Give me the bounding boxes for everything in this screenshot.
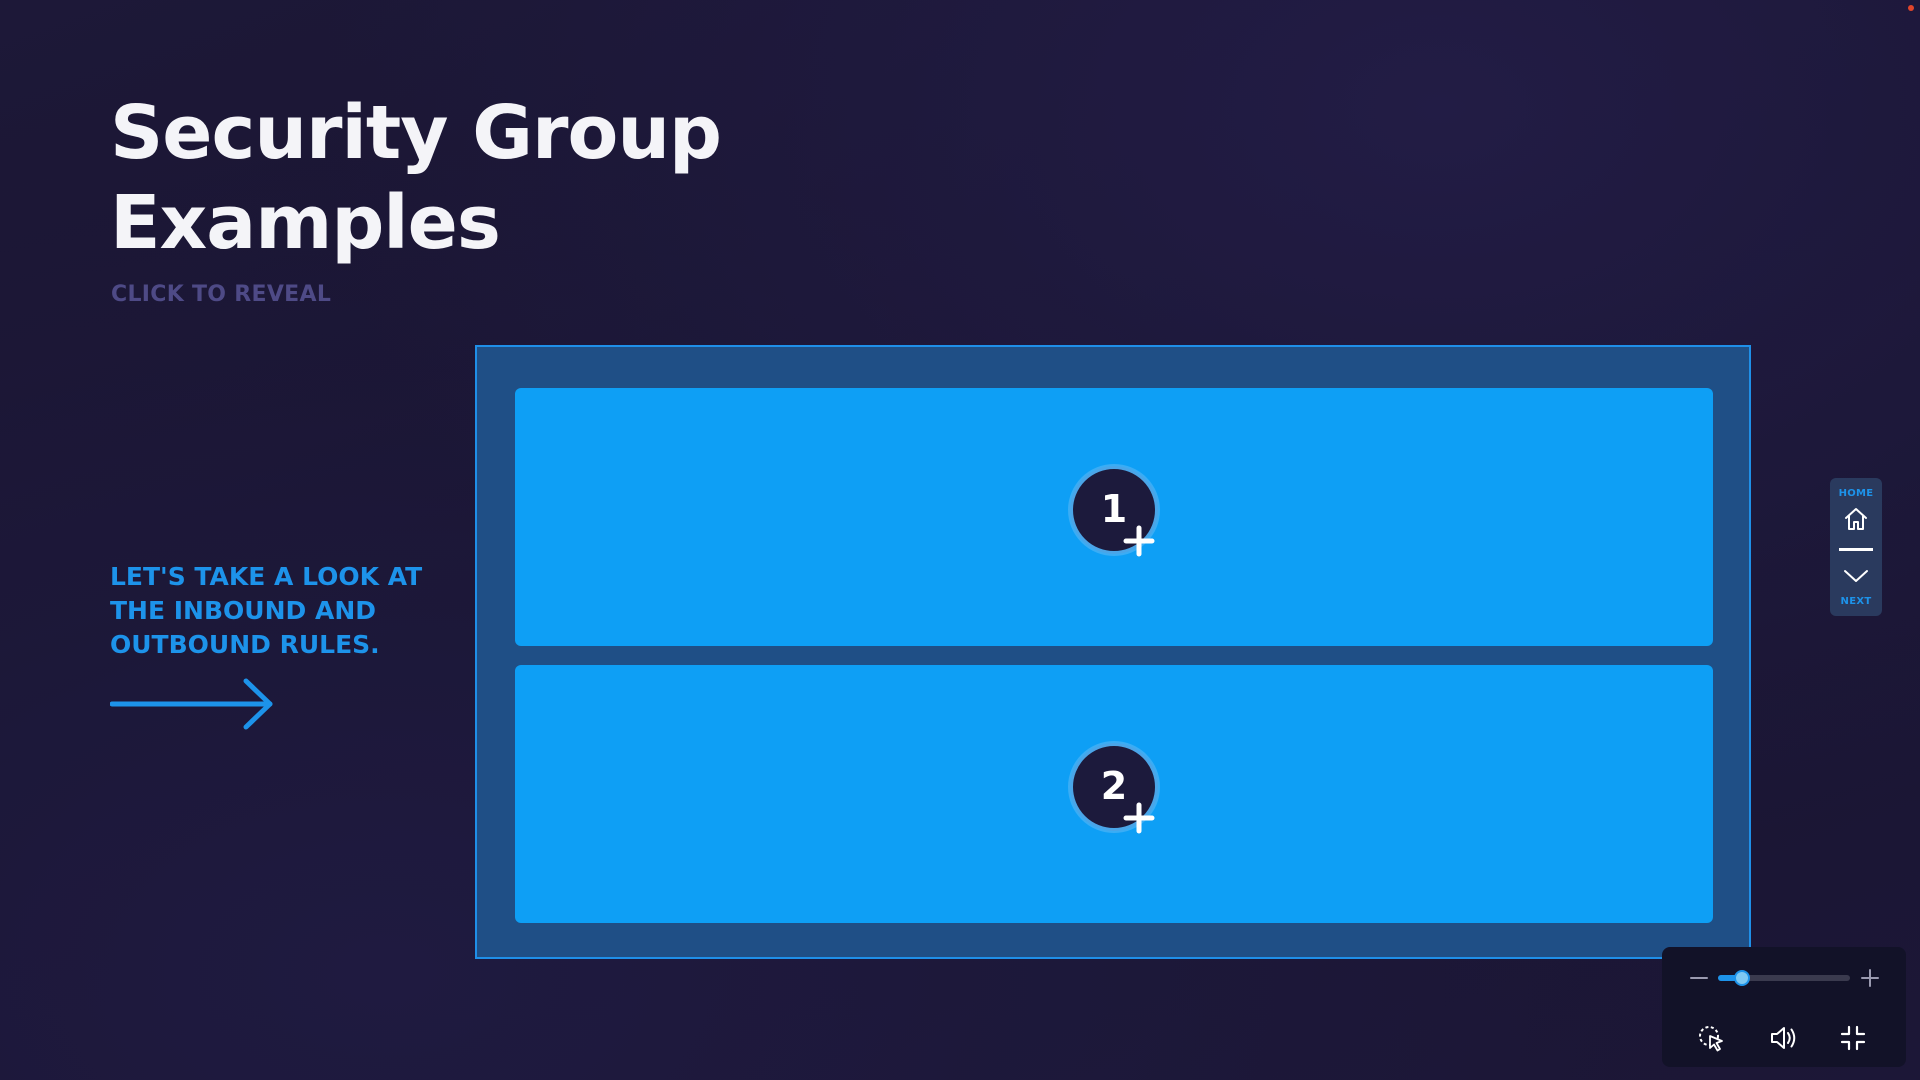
cursor-highlight-icon[interactable] — [1696, 1023, 1726, 1053]
reveal-card-2[interactable]: 2 — [515, 665, 1713, 923]
plus-icon[interactable] — [1859, 967, 1881, 989]
chevron-down-icon[interactable] — [1842, 562, 1870, 590]
player-controls — [1662, 947, 1906, 1067]
minus-icon[interactable] — [1688, 967, 1710, 989]
side-navigation: HOME NEXT — [1830, 478, 1882, 616]
intro-text: LET'S TAKE A LOOK AT THE INBOUND AND OUT… — [110, 562, 423, 659]
slide-title: Security Group Examples — [110, 90, 722, 266]
click-to-reveal-subtitle: CLICK TO REVEAL — [111, 282, 332, 307]
nav-divider — [1839, 548, 1873, 551]
volume-icon[interactable] — [1768, 1023, 1798, 1053]
exit-fullscreen-icon[interactable] — [1838, 1023, 1868, 1053]
right-arrow-icon — [110, 678, 273, 730]
home-icon[interactable] — [1842, 505, 1870, 533]
reveal-card-1[interactable]: 1 — [515, 388, 1713, 646]
zoom-slider[interactable] — [1718, 970, 1850, 986]
reveal-panel: 1 2 — [475, 345, 1751, 959]
next-label[interactable]: NEXT — [1830, 596, 1882, 607]
plus-icon — [1123, 525, 1155, 557]
hotspot-1-button[interactable]: 1 — [1070, 466, 1158, 557]
notification-dot — [1908, 5, 1914, 11]
hotspot-2-button[interactable]: 2 — [1070, 743, 1158, 834]
zoom-slider-handle[interactable] — [1734, 970, 1750, 986]
plus-icon — [1123, 802, 1155, 834]
home-label[interactable]: HOME — [1830, 488, 1882, 499]
